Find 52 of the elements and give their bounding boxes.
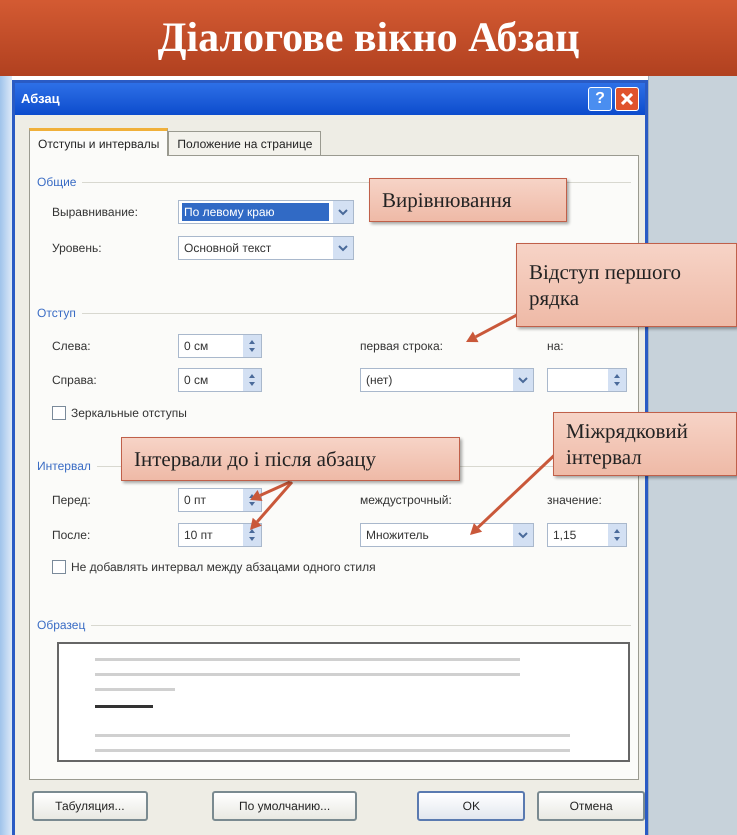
- callout: Міжрядковий інтервал: [553, 412, 737, 476]
- field-label: значение:: [547, 492, 602, 509]
- tab[interactable]: Отступы и интервалы: [29, 128, 168, 156]
- tab[interactable]: Положение на странице: [168, 131, 322, 155]
- chevron-down-icon: [338, 208, 348, 216]
- field-label: междустрочный:: [360, 492, 452, 509]
- close-icon: [621, 93, 633, 105]
- slide-title: Діалогове вікно Абзац: [158, 14, 580, 62]
- section-heading: Общие: [37, 174, 76, 191]
- field-label: Справа:: [52, 372, 97, 389]
- spin-field[interactable]: 10 пт: [178, 523, 262, 547]
- spin-arrows-icon: [248, 493, 256, 507]
- callout: Вирівнювання: [369, 178, 567, 222]
- field-label: Перед:: [52, 492, 91, 509]
- dialog-button[interactable]: Табуляция...: [32, 791, 148, 821]
- field-label: на:: [547, 338, 564, 355]
- dropdown[interactable]: Множитель: [360, 523, 534, 547]
- dropdown[interactable]: Основной текст: [178, 236, 354, 260]
- section-heading: Интервал: [37, 458, 91, 475]
- checkbox-label: Не добавлять интервал между абзацами одного стиля: [71, 559, 376, 576]
- chevron-down-icon: [338, 244, 348, 252]
- spin-field[interactable]: 0 см: [178, 334, 262, 358]
- spin-field[interactable]: 0 пт: [178, 488, 262, 512]
- dialog-button[interactable]: Отмена: [537, 791, 645, 821]
- spin-field[interactable]: 1,15: [547, 523, 627, 547]
- dialog-button[interactable]: OK: [417, 791, 526, 821]
- checkbox-label: Зеркальные отступы: [71, 405, 187, 422]
- dropdown[interactable]: (нет): [360, 368, 534, 392]
- spin-arrows-icon: [248, 373, 256, 387]
- field-label: Слева:: [52, 338, 91, 355]
- spin-arrows-icon: [613, 528, 621, 542]
- section-heading: Отступ: [37, 305, 76, 322]
- callout: Відступ першого рядка: [516, 243, 737, 327]
- spin-field[interactable]: 0 см: [178, 368, 262, 392]
- dialog-button[interactable]: По умолчанию...: [212, 791, 358, 821]
- field-label: Выравнивание:: [52, 204, 138, 221]
- field-label: первая строка:: [360, 338, 443, 355]
- checkbox[interactable]: [52, 406, 66, 420]
- close-button[interactable]: [615, 87, 639, 111]
- spin-field[interactable]: [547, 368, 627, 392]
- spin-arrows-icon: [248, 528, 256, 542]
- spin-arrows-icon: [248, 339, 256, 353]
- checkbox[interactable]: [52, 560, 66, 574]
- field-label: Уровень:: [52, 240, 102, 257]
- chevron-down-icon: [518, 376, 528, 384]
- field-label: После:: [52, 527, 90, 544]
- callout: Інтервали до і після абзацу: [121, 437, 460, 481]
- section-heading: Образец: [37, 617, 86, 634]
- chevron-down-icon: [518, 532, 528, 538]
- dropdown[interactable]: По левому краю: [178, 200, 354, 224]
- window-title: Абзац: [21, 90, 60, 108]
- spin-arrows-icon: [613, 373, 621, 387]
